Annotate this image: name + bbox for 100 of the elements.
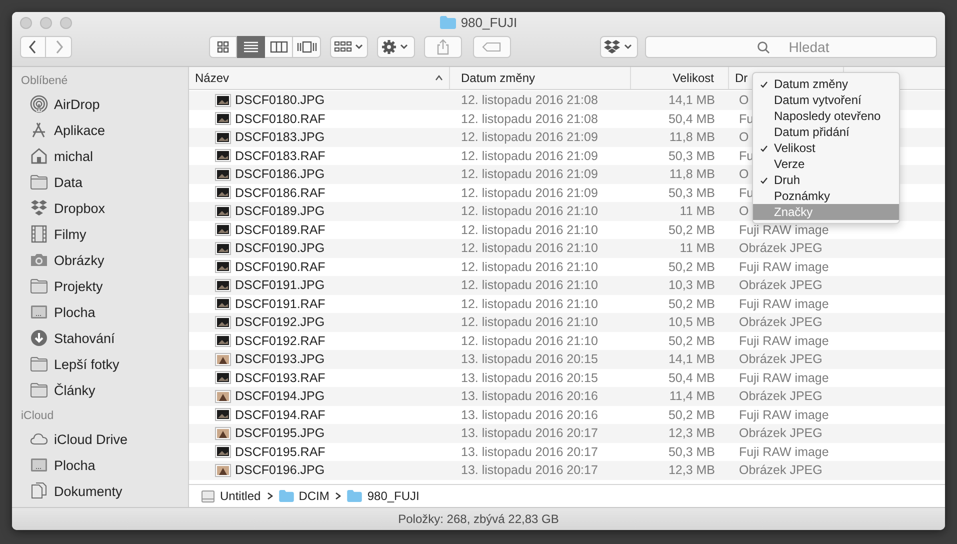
folder-icon (30, 173, 48, 191)
menu-item[interactable]: Datum vytvoření (753, 92, 899, 108)
gallery-icon (296, 41, 316, 53)
sidebar-section-title: iCloud (20, 409, 55, 424)
arrange-button[interactable] (330, 36, 368, 58)
date-cell: 13. listopadu 2016 20:15 (461, 370, 598, 385)
sidebar-item[interactable]: Dokumenty (12, 478, 188, 504)
sidebar-item[interactable]: Články (12, 377, 188, 403)
kind-cell: Obrázek JPEG (739, 426, 822, 440)
grid-icon (217, 41, 229, 53)
date-cell: 12. listopadu 2016 21:09 (461, 130, 598, 144)
column-header[interactable]: Velikost (631, 67, 729, 89)
path-item[interactable]: 980_FUJI (347, 489, 420, 503)
date-cell: 12. listopadu 2016 21:08 (461, 93, 598, 108)
sidebar-item[interactable]: AirDrop (12, 91, 188, 117)
size-cell: 12,3 MB (668, 463, 715, 478)
size-cell: 10,3 MB (668, 278, 715, 292)
sidebar-item[interactable]: michal (12, 143, 188, 169)
column-header[interactable]: Název (189, 67, 450, 89)
date-cell: 12. listopadu 2016 21:10 (461, 334, 598, 348)
sidebar-item[interactable]: Stahování (12, 325, 188, 351)
film-strip-icon (30, 225, 48, 243)
desktop-icon (30, 303, 48, 321)
size-cell: 50,2 MB (668, 408, 715, 422)
size-cell: 50,4 MB (668, 112, 715, 126)
sidebar-item[interactable]: iCloud Drive (12, 426, 188, 452)
file-name: DSCF0194.JPG (235, 389, 325, 404)
sidebar-item[interactable]: Filmy (12, 221, 188, 247)
chevron-icon (335, 492, 342, 500)
column-header[interactable]: Datum změny (450, 67, 631, 89)
window-title: 980_FUJI (460, 15, 518, 30)
menu-item[interactable]: Poznámky (753, 188, 899, 204)
house-icon (30, 147, 48, 165)
file-name: DSCF0194.RAF (235, 408, 326, 422)
image-thumbnail-icon (215, 408, 231, 422)
kind-cell: Obrázek JPEG (739, 463, 822, 478)
dropbox-button[interactable] (600, 36, 638, 58)
path-item[interactable]: Untitled (201, 489, 261, 503)
kind-cell: Fuji RAW image (739, 408, 829, 422)
sidebar-section-title: Oblíbené (20, 74, 69, 89)
folder-icon (30, 381, 48, 399)
file-name: DSCF0193.RAF (235, 370, 326, 385)
date-cell: 13. listopadu 2016 20:16 (461, 408, 598, 422)
menu-item[interactable]: Druh (753, 172, 899, 188)
date-cell: 12. listopadu 2016 21:10 (461, 260, 598, 274)
list-icon (242, 41, 258, 53)
menu-item[interactable]: Verze (753, 156, 899, 172)
kind-cell: Obrázek JPEG (739, 315, 822, 330)
view-mode-button[interactable] (265, 36, 293, 58)
dropbox-icon (30, 199, 48, 217)
kind-cell: Fuji RAW image (739, 444, 829, 459)
menu-item[interactable]: Velikost (753, 140, 899, 156)
date-cell: 12. listopadu 2016 21:10 (461, 278, 598, 292)
size-cell: 14,1 MB (668, 352, 715, 366)
file-name: DSCF0191.RAF (235, 296, 326, 311)
size-cell: 11,8 MB (669, 130, 715, 144)
view-mode-button[interactable] (237, 36, 265, 58)
image-thumbnail-icon (215, 149, 231, 162)
date-cell: 13. listopadu 2016 20:16 (461, 389, 598, 404)
kind-cell: Fuji RAW image (739, 334, 829, 348)
date-cell: 12. listopadu 2016 21:10 (461, 296, 598, 311)
desktop-icon (30, 456, 48, 474)
file-name: DSCF0195.JPG (235, 426, 325, 440)
image-thumbnail-icon (215, 334, 231, 348)
action-gear-button[interactable] (377, 36, 415, 58)
sidebar-item[interactable]: Plocha (12, 299, 188, 325)
search-field[interactable]: Hledat (645, 36, 937, 58)
status-text: Položky: 268, zbývá 22,83 GB (398, 512, 559, 526)
kind-cell: Obrázek JPEG (739, 241, 822, 256)
menu-item[interactable]: Datum změny (753, 76, 899, 92)
image-thumbnail-icon (215, 260, 231, 274)
menu-item[interactable]: Naposledy otevřeno (753, 108, 899, 124)
image-thumbnail-icon (215, 168, 231, 181)
menu-item[interactable]: Datum přidání (753, 124, 899, 140)
kind-cell: O (739, 130, 749, 144)
image-thumbnail-icon (215, 278, 231, 292)
image-thumbnail-icon (215, 242, 231, 255)
sidebar-item[interactable]: Data (12, 169, 188, 195)
sidebar-item[interactable]: Projekty (12, 273, 188, 299)
size-cell: 50,4 MB (668, 370, 715, 385)
sidebar-item[interactable]: Lepší fotky (12, 351, 188, 377)
sidebar-item[interactable]: Dropbox (12, 195, 188, 221)
kind-cell: O (739, 204, 749, 218)
sidebar-item[interactable]: Aplikace (12, 117, 188, 143)
folder-icon (30, 355, 48, 373)
size-cell: 11 MB (680, 204, 715, 218)
path-item[interactable]: DCIM (278, 489, 330, 503)
image-thumbnail-icon (215, 94, 231, 107)
sidebar-item[interactable]: Obrázky (12, 247, 188, 273)
columns-icon (270, 41, 288, 53)
size-cell: 11,4 MB (669, 389, 715, 404)
view-mode-button[interactable] (293, 36, 321, 58)
back-button[interactable] (20, 36, 46, 58)
date-cell: 12. listopadu 2016 21:10 (461, 204, 598, 218)
sidebar-item[interactable]: Plocha (12, 452, 188, 478)
date-cell: 13. listopadu 2016 20:17 (461, 426, 598, 440)
view-mode-button[interactable] (209, 36, 237, 58)
file-name: DSCF0191.JPG (235, 278, 325, 292)
chevron-right-icon (54, 40, 64, 54)
file-name: DSCF0190.JPG (235, 241, 325, 256)
